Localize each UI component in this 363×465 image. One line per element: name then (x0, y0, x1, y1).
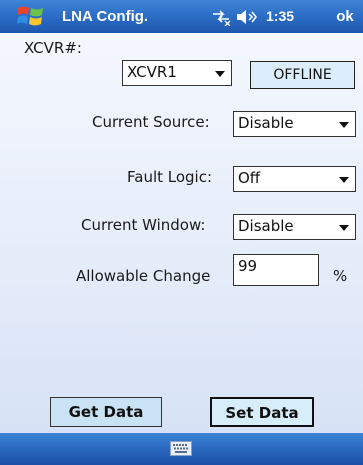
fault-logic-value: Off (238, 169, 261, 187)
current-window-value: Disable (238, 217, 294, 235)
allowable-change-input[interactable] (234, 255, 314, 275)
connectivity-icon[interactable] (210, 8, 232, 26)
soft-key-bar (0, 433, 363, 465)
xcvr-label: XCVR#: (24, 39, 82, 57)
windows-start-icon[interactable] (16, 4, 46, 29)
fault-logic-label: Fault Logic: (127, 168, 213, 186)
fault-logic-dropdown[interactable]: Off (233, 166, 356, 192)
allowable-change-field[interactable] (233, 254, 319, 286)
title-bar: LNA Config. 1:35 ok (0, 0, 363, 33)
get-data-button[interactable]: Get Data (50, 397, 162, 427)
current-window-label: Current Window: (81, 216, 206, 234)
config-form: XCVR#: XCVR1 OFFLINE Current Source: Dis… (0, 33, 363, 433)
chevron-down-icon (339, 177, 349, 183)
keyboard-icon[interactable] (170, 441, 192, 456)
current-window-dropdown[interactable]: Disable (233, 214, 356, 240)
xcvr-dropdown-value: XCVR1 (127, 63, 177, 81)
status-badge: OFFLINE (250, 61, 355, 89)
chevron-down-icon (339, 122, 349, 128)
current-source-label: Current Source: (92, 113, 210, 131)
chevron-down-icon (339, 225, 349, 231)
xcvr-dropdown[interactable]: XCVR1 (122, 60, 232, 86)
chevron-down-icon (215, 71, 225, 77)
percent-unit-label: % (333, 267, 348, 285)
ok-button[interactable]: ok (331, 6, 359, 28)
allowable-change-label: Allowable Change (76, 267, 211, 285)
set-data-button[interactable]: Set Data (210, 397, 314, 427)
app-title: LNA Config. (62, 8, 149, 25)
current-source-value: Disable (238, 114, 294, 132)
current-source-dropdown[interactable]: Disable (233, 111, 356, 137)
volume-icon[interactable] (235, 9, 257, 25)
clock[interactable]: 1:35 (266, 8, 294, 24)
